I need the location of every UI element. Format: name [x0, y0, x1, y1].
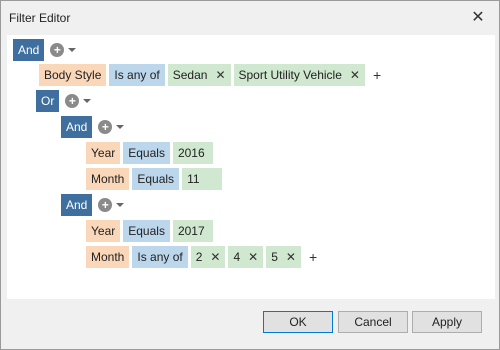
value-label: 5 — [271, 250, 278, 264]
remove-value-icon[interactable]: ✕ — [248, 246, 258, 268]
group2-operator[interactable]: And — [61, 194, 93, 216]
add-condition-icon[interactable]: + — [98, 198, 113, 212]
condition-value[interactable]: 2017 — [172, 220, 213, 242]
close-icon[interactable]: ✕ — [467, 7, 489, 29]
root-group-row: And + — [13, 39, 77, 61]
condition-value[interactable]: 2 ✕ — [190, 246, 226, 268]
or-group-operator[interactable]: Or — [36, 90, 60, 112]
condition-value[interactable]: Sedan ✕ — [167, 64, 231, 86]
chevron-down-icon[interactable] — [83, 99, 92, 103]
filter-tree-panel: And + Body Style Is any of Sedan ✕ Sport… — [7, 35, 495, 299]
chevron-down-icon[interactable] — [68, 48, 77, 52]
condition-row-month-any: Month Is any of 2 ✕ 4 ✕ 5 ✕ + — [86, 246, 317, 268]
window-title: Filter Editor — [9, 11, 71, 25]
chevron-down-icon[interactable] — [116, 203, 125, 207]
condition-value[interactable]: 11 — [182, 168, 222, 190]
value-label: Sedan — [172, 68, 208, 82]
condition-row-month-11: Month Equals 11 — [86, 168, 222, 190]
condition-operator[interactable]: Is any of — [132, 246, 188, 268]
add-value-icon[interactable]: + — [373, 67, 381, 83]
condition-operator[interactable]: Is any of — [109, 64, 165, 86]
add-condition-icon[interactable]: + — [50, 43, 65, 57]
ok-button[interactable]: OK — [263, 311, 333, 333]
group2-row: And + — [61, 194, 125, 216]
condition-field[interactable]: Body Style — [39, 64, 107, 86]
chevron-down-icon[interactable] — [116, 125, 125, 129]
remove-value-icon[interactable]: ✕ — [286, 246, 296, 268]
or-group-row: Or + — [36, 90, 92, 112]
remove-value-icon[interactable]: ✕ — [210, 246, 220, 268]
add-condition-icon[interactable]: + — [98, 120, 113, 134]
add-value-icon[interactable]: + — [309, 249, 317, 265]
condition-row-year-2016: Year Equals 2016 — [86, 142, 213, 164]
add-condition-icon[interactable]: + — [65, 94, 80, 108]
remove-value-icon[interactable]: ✕ — [350, 64, 360, 86]
root-group-operator[interactable]: And — [13, 39, 45, 61]
title-bar: Filter Editor ✕ — [1, 1, 499, 35]
condition-value[interactable]: 4 ✕ — [228, 246, 264, 268]
value-label: 2 — [195, 250, 203, 264]
remove-value-icon[interactable]: ✕ — [215, 64, 225, 86]
condition-field[interactable]: Month — [86, 246, 130, 268]
value-label: 4 — [233, 250, 241, 264]
group1-row: And + — [61, 116, 125, 138]
value-label: Sport Utility Vehicle — [238, 68, 342, 82]
condition-value[interactable]: 5 ✕ — [266, 246, 301, 268]
condition-row-body-style: Body Style Is any of Sedan ✕ Sport Utili… — [39, 64, 381, 86]
condition-operator[interactable]: Equals — [123, 220, 170, 242]
condition-field[interactable]: Year — [86, 142, 121, 164]
condition-field[interactable]: Month — [86, 168, 130, 190]
condition-value[interactable]: 2016 — [172, 142, 213, 164]
condition-operator[interactable]: Equals — [132, 168, 180, 190]
condition-value[interactable]: Sport Utility Vehicle ✕ — [233, 64, 365, 86]
filter-editor-window: Filter Editor ✕ And + Body Style Is any … — [0, 0, 500, 350]
condition-field[interactable]: Year — [86, 220, 121, 242]
condition-operator[interactable]: Equals — [123, 142, 170, 164]
cancel-button[interactable]: Cancel — [338, 311, 408, 333]
group1-operator[interactable]: And — [61, 116, 93, 138]
apply-button[interactable]: Apply — [412, 311, 482, 333]
condition-row-year-2017: Year Equals 2017 — [86, 220, 213, 242]
